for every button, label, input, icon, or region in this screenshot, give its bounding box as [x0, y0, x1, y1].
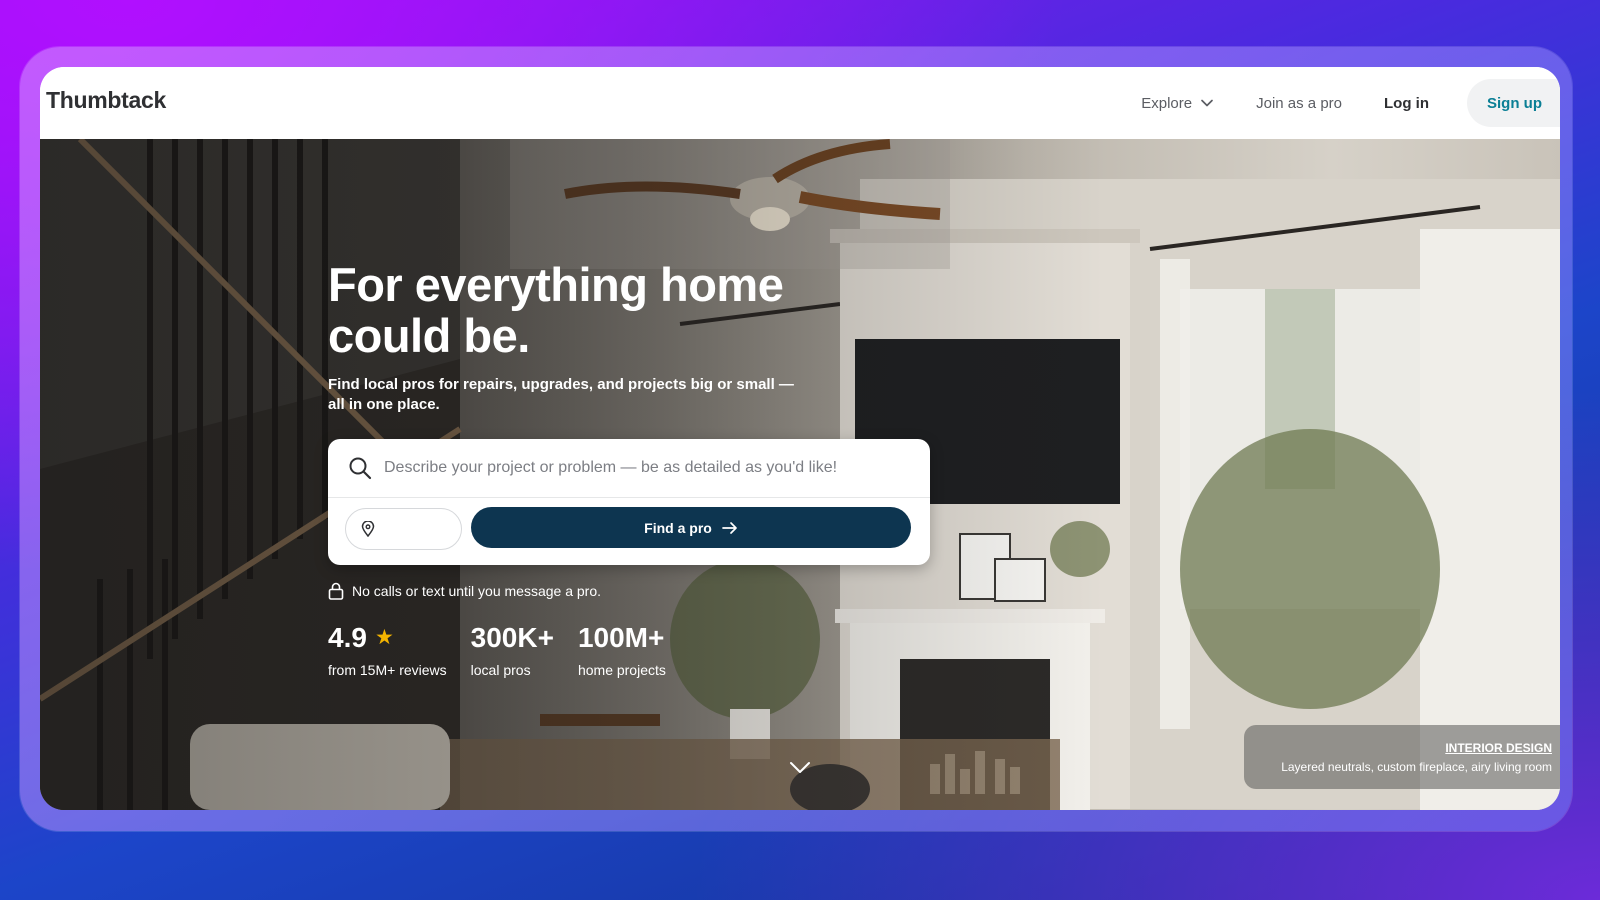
search-row [328, 439, 930, 498]
rating-value-row: 4.9 ★ [328, 622, 447, 654]
arrow-right-icon [721, 521, 738, 535]
search-icon [348, 456, 372, 480]
hero-headline: For everything home could be. [328, 258, 784, 362]
browser-window: Thumbtack Explore Join as a pro Log in S… [40, 67, 1560, 810]
signup-button[interactable]: Sign up [1467, 79, 1560, 127]
top-navigation: Thumbtack Explore Join as a pro Log in S… [40, 67, 1560, 139]
hero-section: For everything home could be. Find local… [40, 139, 1560, 810]
rating-value: 4.9 [328, 622, 367, 653]
projects-label: home projects [577, 662, 666, 678]
pros-label: local pros [470, 662, 531, 678]
thumbtack-logo[interactable]: Thumbtack [46, 87, 166, 114]
privacy-note: No calls or text until you message a pro… [328, 582, 601, 600]
zip-code-field[interactable] [345, 508, 462, 550]
find-a-pro-label: Find a pro [644, 519, 712, 536]
zip-code-input[interactable] [381, 519, 455, 539]
rating-stat: 4.9 ★ from 15M+ reviews [328, 622, 447, 678]
join-as-pro-link[interactable]: Join as a pro [1256, 95, 1342, 112]
project-search-input[interactable] [382, 458, 906, 478]
hero-subhead: Find local pros for repairs, upgrades, a… [328, 376, 794, 413]
nav-actions: Explore Join as a pro Log in Sign up [1141, 79, 1560, 127]
privacy-note-text: No calls or text until you message a pro… [352, 583, 602, 599]
explore-label: Explore [1141, 94, 1193, 112]
find-a-pro-button[interactable]: Find a pro [471, 507, 911, 548]
location-pin-icon [361, 521, 375, 537]
login-link[interactable]: Log in [1384, 95, 1429, 112]
projects-value: 100M+ [577, 622, 665, 653]
photo-caption: INTERIOR DESIGN Layered neutrals, custom… [1244, 725, 1560, 789]
pros-value: 300K+ [470, 622, 554, 653]
search-card: Find a pro [328, 439, 930, 565]
lock-icon [328, 582, 344, 600]
chevron-down-icon [1200, 96, 1214, 110]
projects-stat: 100M+ home projects [578, 622, 666, 678]
pros-stat: 300K+ local pros [471, 622, 554, 678]
caption-description: Layered neutrals, custom fireplace, airy… [1281, 760, 1552, 774]
rating-label: from 15M+ reviews [328, 662, 447, 678]
explore-menu[interactable]: Explore [1141, 95, 1214, 112]
stats-row: 4.9 ★ from 15M+ reviews 300K+ local pros… [328, 622, 690, 678]
scroll-down-chevron-icon[interactable] [788, 759, 812, 777]
star-icon: ★ [374, 626, 394, 649]
caption-category-link[interactable]: INTERIOR DESIGN [1445, 741, 1552, 755]
